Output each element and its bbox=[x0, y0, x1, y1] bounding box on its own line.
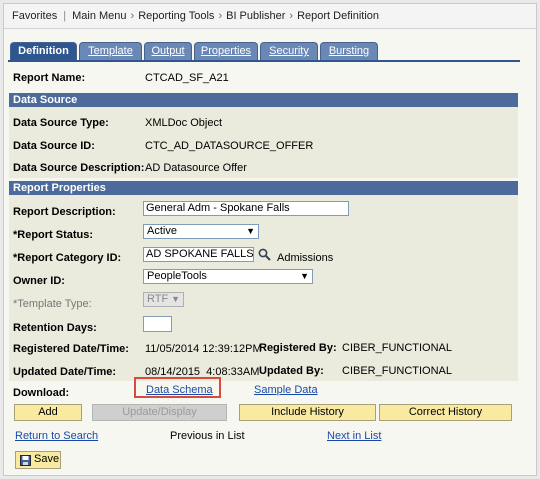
save-button-label: Save bbox=[34, 453, 60, 465]
registered-datetime-label: Registered Date/Time: bbox=[13, 343, 129, 355]
data-schema-link[interactable]: Data Schema bbox=[146, 384, 213, 396]
search-icon[interactable] bbox=[258, 248, 271, 261]
update-display-button: Update/Display bbox=[92, 404, 227, 421]
next-in-list-link[interactable]: Next in List bbox=[327, 430, 381, 442]
tab-underline bbox=[8, 60, 520, 62]
save-disk-icon bbox=[20, 455, 31, 466]
updated-datetime-label: Updated Date/Time: bbox=[13, 366, 117, 378]
chevron-down-icon: ▼ bbox=[171, 294, 180, 304]
report-category-description: Admissions bbox=[277, 252, 334, 264]
tab-security[interactable]: Security bbox=[260, 42, 318, 61]
data-source-id-value: CTC_AD_DATASOURCE_OFFER bbox=[145, 140, 314, 152]
breadcrumb-reporting-tools[interactable]: Reporting Tools bbox=[138, 10, 214, 22]
return-to-search-link[interactable]: Return to Search bbox=[15, 430, 98, 442]
data-source-id-label: Data Source ID: bbox=[13, 140, 95, 152]
registered-by-value: CIBER_FUNCTIONAL bbox=[342, 342, 453, 354]
report-description-input[interactable]: General Adm - Spokane Falls bbox=[143, 201, 349, 216]
owner-id-value: PeopleTools bbox=[147, 270, 207, 282]
report-name-label: Report Name: bbox=[13, 72, 86, 84]
registered-by-label: Registered By: bbox=[259, 342, 337, 354]
registered-datetime-value: 11/05/2014 12:39:12PM bbox=[145, 343, 262, 355]
report-status-label: *Report Status: bbox=[13, 229, 94, 241]
report-status-select[interactable]: Active ▼ bbox=[143, 224, 259, 239]
tab-template[interactable]: Template bbox=[79, 42, 142, 61]
template-type-select: RTF ▼ bbox=[143, 292, 184, 307]
chevron-down-icon: ▼ bbox=[246, 226, 255, 236]
retention-days-label: Retention Days: bbox=[13, 322, 97, 334]
data-source-type-value: XMLDoc Object bbox=[145, 117, 223, 129]
download-label: Download: bbox=[13, 387, 70, 399]
include-history-button[interactable]: Include History bbox=[239, 404, 376, 421]
tab-properties[interactable]: Properties bbox=[194, 42, 258, 61]
data-source-description-value: AD Datasource Offer bbox=[145, 162, 247, 174]
report-name-value: CTCAD_SF_A21 bbox=[145, 72, 229, 84]
updated-by-label: Updated By: bbox=[259, 365, 324, 377]
add-button[interactable]: Add bbox=[14, 404, 82, 421]
owner-id-label: Owner ID: bbox=[13, 275, 65, 287]
previous-in-list-text: Previous in List bbox=[170, 430, 245, 442]
data-source-description-label: Data Source Description: bbox=[13, 162, 145, 174]
report-status-value: Active bbox=[147, 225, 177, 237]
breadcrumb-favorites[interactable]: Favorites bbox=[12, 10, 57, 22]
breadcrumb-bi-publisher[interactable]: BI Publisher bbox=[226, 10, 285, 22]
tab-definition[interactable]: Definition bbox=[10, 42, 77, 61]
report-category-input[interactable]: AD SPOKANE FALLS bbox=[143, 247, 254, 262]
owner-id-select[interactable]: PeopleTools ▼ bbox=[143, 269, 313, 284]
template-type-label: *Template Type: bbox=[13, 298, 92, 310]
breadcrumb-main-menu[interactable]: Main Menu bbox=[72, 10, 126, 22]
correct-history-button[interactable]: Correct History bbox=[379, 404, 512, 421]
breadcrumb-report-definition: Report Definition bbox=[297, 10, 380, 22]
updated-by-value: CIBER_FUNCTIONAL bbox=[342, 365, 453, 377]
data-source-header: Data Source bbox=[9, 93, 518, 107]
chevron-down-icon: ▼ bbox=[300, 271, 309, 281]
report-properties-header: Report Properties bbox=[9, 181, 518, 195]
retention-days-input[interactable] bbox=[143, 316, 172, 332]
breadcrumb: Favorites | Main Menu › Reporting Tools › BI P… bbox=[4, 4, 536, 29]
sample-data-link[interactable]: Sample Data bbox=[254, 384, 318, 396]
data-source-type-label: Data Source Type: bbox=[13, 117, 109, 129]
report-category-label: *Report Category ID: bbox=[13, 252, 122, 264]
tab-bursting[interactable]: Bursting bbox=[320, 42, 378, 61]
tab-output[interactable]: Output bbox=[144, 42, 192, 61]
report-description-label: Report Description: bbox=[13, 206, 116, 218]
template-type-value: RTF bbox=[147, 293, 169, 305]
page-frame: Favorites | Main Menu › Reporting Tools › BI P… bbox=[3, 3, 537, 476]
save-button[interactable]: Save bbox=[15, 451, 61, 469]
